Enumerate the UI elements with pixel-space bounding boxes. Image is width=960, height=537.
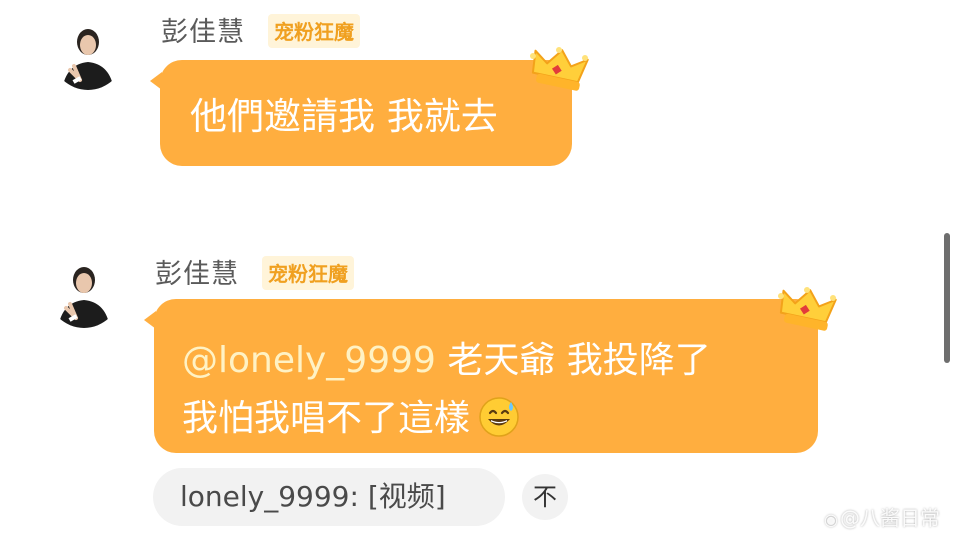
bubble-tail — [150, 72, 162, 90]
bubble-tail — [144, 311, 156, 329]
scrollbar[interactable] — [944, 233, 950, 363]
crown-icon — [776, 284, 838, 336]
watermark-text: @八酱日常 — [840, 506, 940, 530]
fan-badge: 宠粉狂魔 — [262, 256, 354, 290]
avatar[interactable] — [52, 18, 124, 90]
sweat-smile-emoji — [478, 396, 520, 447]
message-bubble[interactable]: 他們邀請我 我就去 — [150, 60, 572, 166]
reply-quote[interactable]: lonely_9999: [视频] — [153, 468, 505, 526]
message-line-1: @lonely_9999 老天爺 我投降了 — [182, 331, 711, 383]
fold-button[interactable]: 不 — [522, 474, 568, 520]
avatar-image — [52, 18, 124, 90]
fan-badge: 宠粉狂魔 — [268, 14, 360, 48]
message-text: 他們邀請我 我就去 — [190, 95, 498, 138]
watermark: ◉ @八酱日常 — [824, 502, 940, 531]
message-text: 我怕我唱不了這樣 — [182, 398, 471, 439]
mention-link[interactable]: @lonely_9999 — [182, 340, 436, 381]
message-text: 老天爺 我投降了 — [435, 340, 711, 381]
message-bubble[interactable]: @lonely_9999 老天爺 我投降了 我怕我唱不了這樣 — [144, 299, 818, 453]
avatar[interactable] — [48, 256, 120, 328]
crown-icon — [528, 44, 590, 96]
sender-name[interactable]: 彭佳慧 — [161, 10, 245, 49]
sender-name[interactable]: 彭佳慧 — [155, 252, 239, 291]
weibo-icon: ◉ — [824, 510, 838, 529]
message-line-2: 我怕我唱不了這樣 — [182, 389, 520, 447]
avatar-image — [48, 256, 120, 328]
